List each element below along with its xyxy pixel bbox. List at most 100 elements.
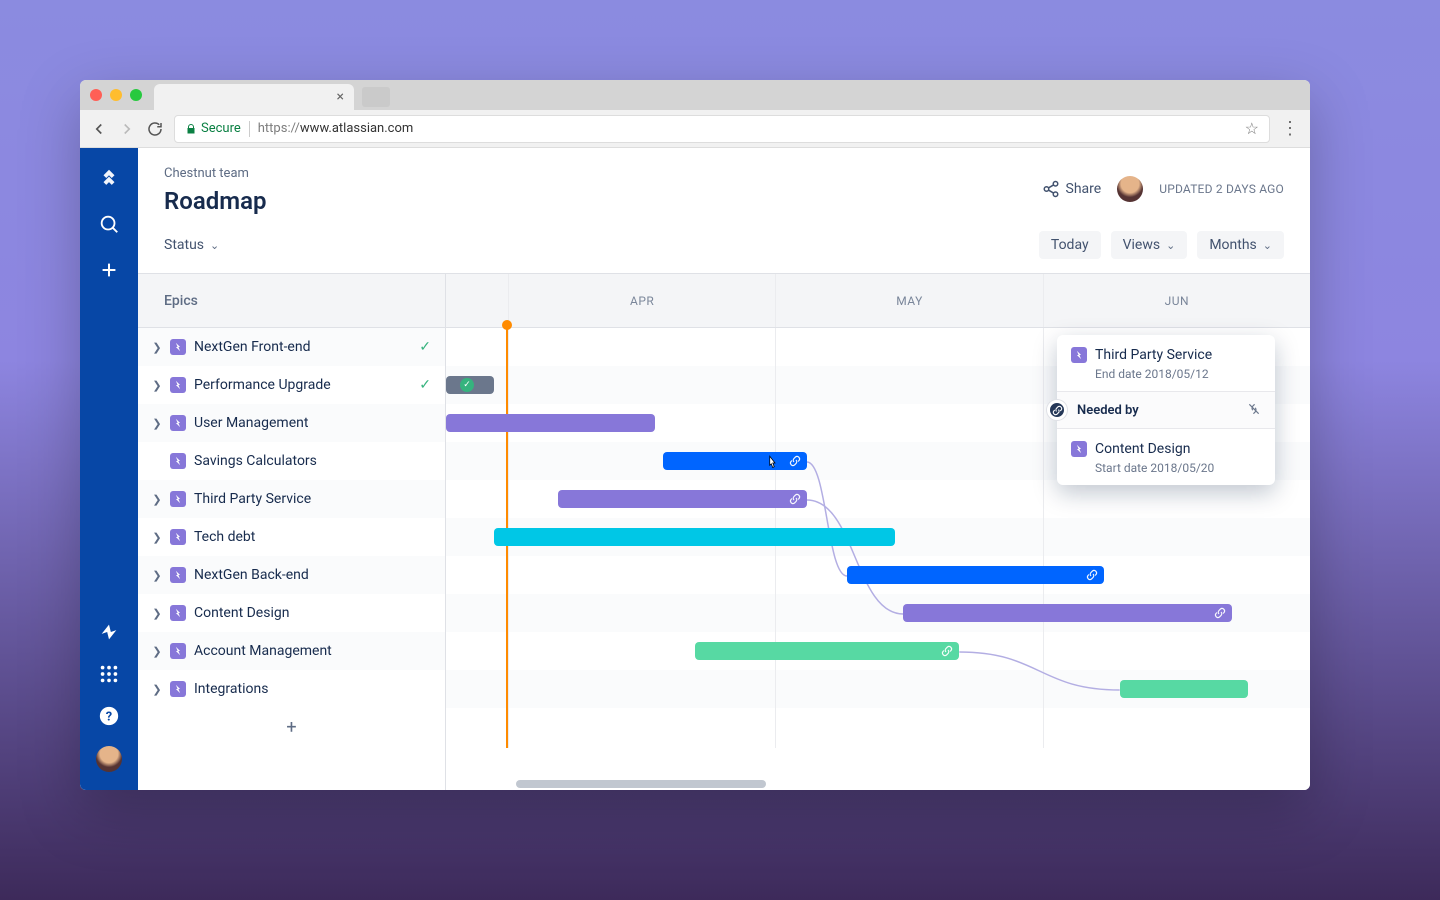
chevron-down-icon: ⌄ (1166, 239, 1175, 252)
epic-row[interactable]: ❯NextGen Front-end✓ (138, 328, 445, 366)
bookmark-icon[interactable]: ☆ (1245, 119, 1259, 138)
chevron-right-icon[interactable]: ❯ (152, 531, 162, 544)
epic-row[interactable]: ❯ NextGen Back-end (138, 556, 445, 594)
epic-row[interactable]: ❯ User Management (138, 404, 445, 442)
browser-tab[interactable]: × (154, 84, 354, 110)
create-icon[interactable] (97, 258, 121, 282)
chevron-right-icon[interactable]: ❯ (152, 645, 162, 658)
maximize-window-icon[interactable] (130, 89, 142, 101)
help-icon[interactable]: ? (97, 704, 121, 728)
forward-button[interactable] (118, 120, 136, 138)
timeline[interactable]: APRMAYJUN ✓ Third Part (446, 274, 1310, 790)
gantt-bar[interactable] (446, 414, 655, 432)
month-header: APR (508, 274, 775, 327)
chevron-right-icon[interactable]: ❯ (152, 683, 162, 696)
link-icon (1214, 604, 1226, 623)
new-tab-button[interactable] (362, 87, 390, 107)
epics-header: Epics (138, 274, 445, 328)
chevron-right-icon[interactable]: ❯ (152, 341, 162, 354)
main: Chestnut team Roadmap Share UPDATED 2 DA… (138, 148, 1310, 790)
window-controls[interactable] (90, 89, 142, 101)
updated-label: UPDATED 2 DAYS AGO (1159, 182, 1284, 196)
epic-row[interactable]: ❯Integrations (138, 670, 445, 708)
views-dropdown[interactable]: Views ⌄ (1111, 231, 1188, 259)
epic-row[interactable]: ❯ Tech debt (138, 518, 445, 556)
share-label: Share (1066, 181, 1102, 197)
epic-row[interactable]: ❯ Third Party Service (138, 480, 445, 518)
add-epic-button[interactable]: + (138, 708, 445, 746)
app: ? Chestnut team Roadmap Share UPDA (80, 148, 1310, 790)
whats-new-icon[interactable] (97, 620, 121, 644)
epic-icon (170, 339, 186, 355)
reload-button[interactable] (146, 120, 164, 138)
app-switcher-icon[interactable] (97, 662, 121, 686)
done-check-icon: ✓ (419, 377, 431, 393)
chevron-right-icon[interactable]: ❯ (152, 569, 162, 582)
chevron-right-icon[interactable]: ❯ (152, 607, 162, 620)
epic-name: Third Party Service (194, 491, 311, 507)
epic-row[interactable]: ❯ Performance Upgrade ✓ (138, 366, 445, 404)
gantt-bar[interactable] (663, 452, 807, 470)
gantt-bar[interactable] (558, 490, 807, 508)
timeline-header: APRMAYJUN (446, 274, 1310, 328)
gantt-bar[interactable]: ✓ (446, 376, 494, 394)
tooltip-relation: Needed by (1077, 403, 1139, 418)
epic-icon (170, 453, 186, 469)
minimize-window-icon[interactable] (110, 89, 122, 101)
dependency-tooltip: Third Party Service End date 2018/05/12 … (1057, 335, 1275, 485)
secure-indicator: Secure (185, 121, 241, 136)
roadmap: Epics ❯NextGen Front-end✓❯Performance Up… (138, 273, 1310, 790)
secure-label: Secure (201, 121, 241, 136)
gantt-bar[interactable] (903, 604, 1232, 622)
cursor-pointer-icon (763, 454, 781, 476)
chevron-right-icon[interactable]: ❯ (152, 379, 162, 392)
gantt-bar[interactable] (1120, 680, 1248, 698)
epic-name: Savings Calculators (194, 453, 317, 469)
page-header: Chestnut team Roadmap Share UPDATED 2 DA… (138, 148, 1310, 227)
chevron-right-icon[interactable]: ❯ (152, 493, 162, 506)
epic-name: Account Management (194, 643, 332, 659)
today-button[interactable]: Today (1039, 231, 1101, 259)
link-icon (789, 490, 801, 509)
epic-name: User Management (194, 415, 308, 431)
chevron-right-icon[interactable]: ❯ (152, 417, 162, 430)
epic-icon (1071, 441, 1087, 457)
browser-tab-strip: × (80, 80, 1310, 110)
epic-name: Performance Upgrade (194, 377, 331, 393)
address-bar[interactable]: Secure https:// www.atlassian.com ☆ (174, 115, 1270, 143)
link-icon (941, 642, 953, 661)
close-tab-icon[interactable]: × (337, 89, 344, 105)
chevron-down-icon: ⌄ (1263, 239, 1272, 252)
epic-icon (170, 529, 186, 545)
close-window-icon[interactable] (90, 89, 102, 101)
profile-avatar[interactable] (96, 746, 122, 772)
epic-name: NextGen Back-end (194, 567, 309, 583)
chevron-down-icon: ⌄ (210, 239, 219, 252)
last-editor-avatar[interactable] (1117, 176, 1143, 202)
browser-menu-icon[interactable]: ⋮ (1280, 118, 1300, 139)
gantt-bar[interactable] (847, 566, 1104, 584)
epic-icon (170, 377, 186, 393)
browser-toolbar: Secure https:// www.atlassian.com ☆ ⋮ (80, 110, 1310, 148)
tooltip-target-title: Content Design (1095, 441, 1190, 457)
epic-row[interactable]: ❯Content Design (138, 594, 445, 632)
epic-row[interactable]: ❯ Account Management (138, 632, 445, 670)
back-button[interactable] (90, 120, 108, 138)
epic-row[interactable]: Savings Calculators (138, 442, 445, 480)
gantt-bar[interactable] (695, 642, 960, 660)
jira-logo-icon[interactable] (97, 166, 121, 190)
tooltip-source-date: End date 2018/05/12 (1095, 367, 1261, 381)
epic-icon (170, 415, 186, 431)
horizontal-scrollbar[interactable] (516, 780, 766, 788)
link-icon (789, 452, 801, 471)
done-check-icon: ✓ (419, 339, 431, 355)
status-filter[interactable]: Status ⌄ (164, 237, 219, 253)
gantt-bar[interactable] (494, 528, 895, 546)
search-icon[interactable] (97, 212, 121, 236)
time-scale-dropdown[interactable]: Months ⌄ (1197, 231, 1284, 259)
tooltip-target-date: Start date 2018/05/20 (1095, 461, 1261, 475)
share-button[interactable]: Share (1042, 180, 1102, 198)
epic-icon (170, 491, 186, 507)
unlink-icon[interactable] (1247, 401, 1261, 420)
epic-name: Tech debt (194, 529, 255, 545)
